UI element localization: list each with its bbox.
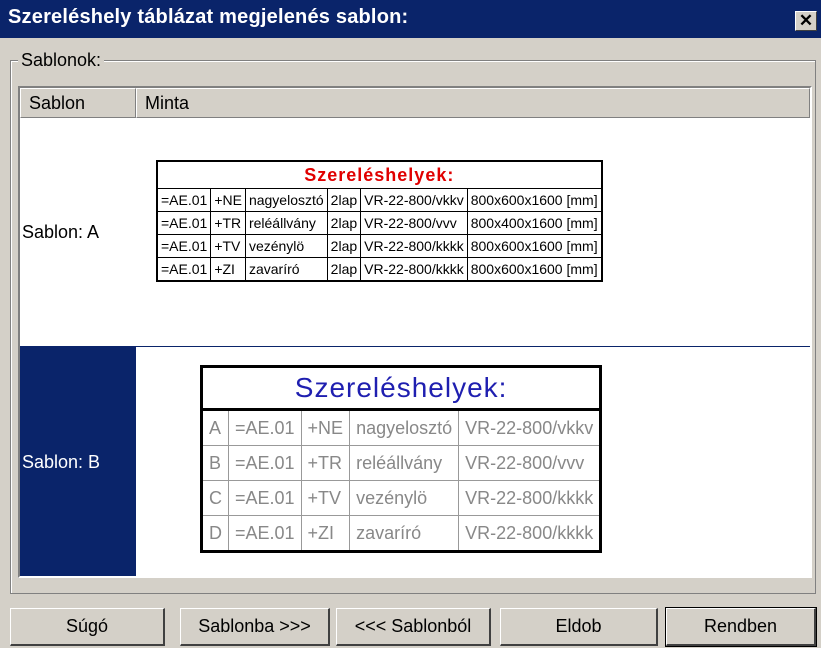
table-cell: nagyelosztó	[349, 409, 460, 446]
templates-group-label: Sablonok:	[18, 50, 105, 71]
table-row: =AE.01 +NE nagyelosztó 2lap VR-22-800/vk…	[156, 188, 603, 212]
table-cell: =AE.01	[228, 445, 302, 481]
close-button[interactable]: ✕	[795, 11, 817, 31]
table-cell: +TV	[210, 234, 246, 258]
dialog-title: Szereléshely táblázat megjelenés sablon:	[8, 6, 409, 28]
template-row-a[interactable]: Sablon: A Szereléshelyek: =AE.01 +NE nag…	[20, 118, 810, 346]
table-cell: =AE.01	[156, 211, 212, 235]
template-b-preview-table: Szereléshelyek: A =AE.01 +NE nagyelosztó…	[200, 365, 603, 553]
table-cell: =AE.01	[228, 480, 302, 516]
table-cell: +NE	[300, 409, 351, 446]
table-cell: 2lap	[326, 234, 362, 258]
template-label: Sablon: B	[20, 347, 136, 576]
table-cell: +ZI	[210, 257, 246, 282]
table-row: A =AE.01 +NE nagyelosztó VR-22-800/vkkv	[201, 409, 602, 446]
list-header: Sablon Minta	[20, 88, 810, 118]
template-a-preview-table: Szereléshelyek: =AE.01 +NE nagyelosztó 2…	[156, 160, 603, 282]
table-cell: 2lap	[326, 188, 362, 212]
table-cell: =AE.01	[228, 409, 302, 446]
table-row: C =AE.01 +TV vezénylö VR-22-800/kkkk	[201, 480, 602, 516]
table-cell: D	[201, 515, 229, 552]
table-cell: =AE.01	[156, 188, 212, 212]
table-cell: +TV	[300, 480, 351, 516]
column-header-minta[interactable]: Minta	[136, 88, 810, 118]
table-cell: 800x600x1600 [mm]	[466, 257, 603, 282]
table-cell: VR-22-800/kkkk	[360, 234, 468, 258]
discard-button[interactable]: Eldob	[500, 608, 658, 646]
to-template-button[interactable]: Sablonba >>>	[180, 608, 330, 646]
table-cell: VR-22-800/kkkk	[458, 515, 602, 552]
close-icon: ✕	[798, 11, 814, 30]
table-row: =AE.01 +TV vezénylö 2lap VR-22-800/kkkk …	[156, 234, 603, 258]
table-cell: 2lap	[326, 211, 362, 235]
table-cell: VR-22-800/vvv	[458, 445, 602, 481]
help-button[interactable]: Súgó	[10, 608, 165, 646]
table-row: D =AE.01 +ZI zavaríró VR-22-800/kkkk	[201, 515, 602, 552]
table-cell: vezénylö	[244, 234, 328, 258]
table-cell: VR-22-800/vkkv	[458, 409, 602, 446]
table-cell: =AE.01	[156, 234, 212, 258]
table-cell: VR-22-800/vkkv	[360, 188, 468, 212]
table-cell: reléállvány	[244, 211, 328, 235]
template-row-b[interactable]: Sablon: B Szereléshelyek: A =AE.01 +NE n…	[20, 346, 810, 576]
title-bar: Szereléshely táblázat megjelenés sablon:…	[0, 0, 821, 38]
table-cell: VR-22-800/vvv	[360, 211, 468, 235]
from-template-button[interactable]: <<< Sablonból	[336, 608, 491, 646]
table-row: =AE.01 +ZI zavaríró 2lap VR-22-800/kkkk …	[156, 257, 603, 282]
table-cell: +ZI	[300, 515, 351, 552]
table-cell: VR-22-800/kkkk	[360, 257, 468, 282]
template-list[interactable]: Sablon Minta Sablon: A Szereléshelyek: =…	[18, 86, 812, 578]
table-cell: +TR	[210, 211, 246, 235]
column-header-sablon[interactable]: Sablon	[20, 88, 136, 118]
template-label: Sablon: A	[22, 221, 100, 242]
table-cell: zavaríró	[349, 515, 460, 552]
preview-title: Szereléshelyek:	[156, 160, 603, 189]
ok-button[interactable]: Rendben	[665, 607, 817, 647]
table-cell: =AE.01	[156, 257, 212, 282]
table-cell: vezénylö	[349, 480, 460, 516]
table-cell: B	[201, 445, 229, 481]
table-cell: 2lap	[326, 257, 362, 282]
table-cell: 800x600x1600 [mm]	[466, 234, 603, 258]
table-cell: 800x600x1600 [mm]	[466, 188, 603, 212]
table-cell: VR-22-800/kkkk	[458, 480, 602, 516]
table-row: B =AE.01 +TR reléállvány VR-22-800/vvv	[201, 445, 602, 481]
table-cell: +TR	[300, 445, 351, 481]
preview-title: Szereléshelyek:	[200, 366, 602, 411]
table-cell: nagyelosztó	[244, 188, 328, 212]
table-row: =AE.01 +TR reléállvány 2lap VR-22-800/vv…	[156, 211, 603, 235]
table-cell: 800x400x1600 [mm]	[466, 211, 603, 235]
table-cell: reléállvány	[349, 445, 460, 481]
table-cell: C	[201, 480, 229, 516]
table-cell: +NE	[210, 188, 246, 212]
table-cell: =AE.01	[228, 515, 302, 552]
table-cell: zavaríró	[244, 257, 328, 282]
table-cell: A	[201, 409, 229, 446]
